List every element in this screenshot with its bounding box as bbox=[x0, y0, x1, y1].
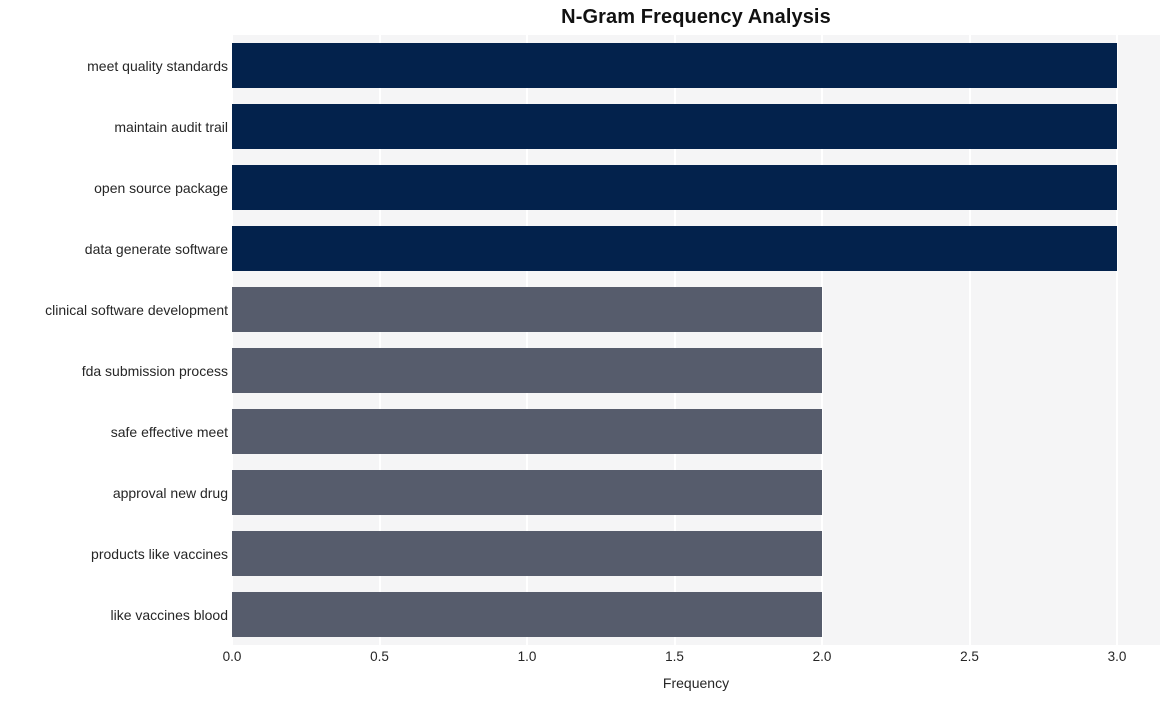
bar[interactable] bbox=[232, 531, 822, 576]
bar[interactable] bbox=[232, 470, 822, 515]
y-axis-tick-label: approval new drug bbox=[112, 484, 228, 501]
bar[interactable] bbox=[232, 409, 822, 454]
bar[interactable] bbox=[232, 43, 1117, 88]
plot-area bbox=[232, 35, 1160, 645]
chart-figure: N-Gram Frequency Analysis meet quality s… bbox=[0, 0, 1172, 701]
x-axis-tick-label: 2.5 bbox=[960, 649, 979, 664]
y-axis-tick-label: fda submission process bbox=[81, 362, 228, 379]
y-axis-tick-label: like vaccines blood bbox=[110, 606, 228, 623]
bar[interactable] bbox=[232, 348, 822, 393]
bar[interactable] bbox=[232, 104, 1117, 149]
y-axis-tick-label: clinical software development bbox=[45, 301, 228, 318]
y-axis-tick-label: safe effective meet bbox=[110, 423, 228, 440]
x-axis-tick-label: 1.0 bbox=[517, 649, 537, 664]
bar[interactable] bbox=[232, 287, 822, 332]
x-axis-title: Frequency bbox=[662, 675, 730, 691]
x-axis-tick-label: 0.5 bbox=[370, 649, 389, 664]
x-axis-tick-label: 0.0 bbox=[222, 649, 242, 664]
bar[interactable] bbox=[232, 226, 1117, 271]
x-axis-tick-labels: 0.0 0.5 1.0 1.5 2.0 2.5 3.0 bbox=[0, 650, 1172, 670]
y-axis-tick-label: maintain audit trail bbox=[114, 118, 228, 135]
bar[interactable] bbox=[232, 165, 1117, 210]
bar[interactable] bbox=[232, 592, 822, 637]
y-axis-tick-labels: meet quality standards maintain audit tra… bbox=[0, 35, 228, 645]
y-axis-tick-label: products like vaccines bbox=[91, 545, 228, 562]
chart-title: N-Gram Frequency Analysis bbox=[561, 6, 831, 28]
x-axis-tick-label: 2.0 bbox=[812, 649, 832, 664]
y-axis-tick-label: meet quality standards bbox=[87, 57, 228, 74]
x-axis-tick-label: 3.0 bbox=[1107, 649, 1127, 664]
y-axis-tick-label: open source package bbox=[94, 179, 228, 196]
x-axis-tick-label: 1.5 bbox=[665, 649, 684, 664]
y-axis-tick-label: data generate software bbox=[84, 240, 228, 257]
